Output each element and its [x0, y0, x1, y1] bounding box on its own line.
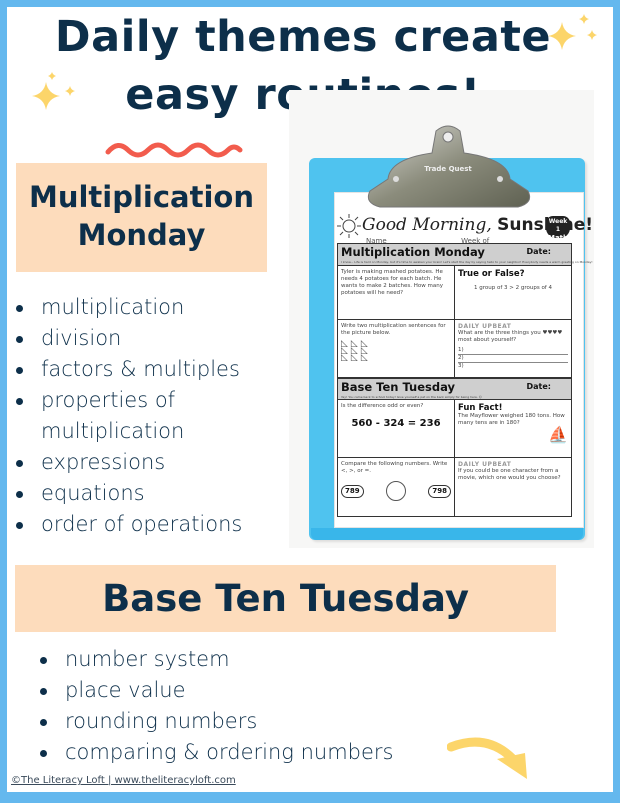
section-band: Base Ten Tuesday Date: Yay! You came bac… — [338, 378, 571, 400]
multiplication-monday-heading: Multiplication Monday — [16, 163, 267, 272]
worksheet-cell: DAILY UPBEAT If you could be one charact… — [455, 458, 571, 516]
clipboard-edge — [311, 528, 583, 540]
list-item: place value — [37, 675, 393, 706]
badge-subject: Math — [547, 234, 569, 242]
hand-number-right: 798 — [428, 484, 451, 498]
date-label: Date: — [526, 247, 552, 256]
cell-text: 1 group of 3 > 2 groups of 4 — [473, 285, 552, 291]
cell-text: Tyler is making mashed potatoes. He need… — [341, 269, 443, 296]
list-item: properties of — [13, 385, 242, 416]
answer-line: 3) — [458, 363, 464, 369]
heading-line-1: Multiplication — [28, 180, 255, 214]
section-subtitle: I know... Life is hard on Monday, but it… — [341, 260, 593, 264]
clipboard-clip-icon: Trade Quest — [367, 125, 531, 208]
badge-week: Week 1 — [548, 218, 568, 233]
list-item: expressions — [13, 447, 242, 478]
ship-icon: ⛵ — [548, 425, 568, 444]
worksheet-cell: DAILY UPBEAT What are the three things y… — [455, 320, 571, 378]
pie-slices-icon: ◺◺◺ ◺◺◺ ◺◺◺ — [341, 339, 371, 363]
cell-text: Write two multiplication sentences for t… — [341, 323, 446, 336]
cell-heading: True or False? — [458, 269, 525, 279]
list-item: number system — [37, 644, 393, 675]
week-badge: Week 1 Math — [546, 216, 570, 242]
worksheet-cell: Fun Fact! The Mayflower weighed 180 tons… — [455, 400, 571, 458]
list-item: comparing & ordering numbers — [37, 737, 393, 768]
hand-number-left: 789 — [341, 484, 364, 498]
cell-text: Compare the following numbers. Write <, … — [341, 461, 448, 474]
section-band: Multiplication Monday Date: I know... Li… — [338, 244, 593, 266]
curved-arrow-icon — [447, 737, 527, 779]
clip-brand: Trade Quest — [424, 165, 472, 173]
squiggle-underline — [105, 142, 243, 158]
list-item: division — [13, 323, 242, 354]
compare-circle — [386, 481, 406, 501]
list-item-continuation: multiplication — [41, 419, 185, 443]
multiplication-monday-list: multiplication division factors & multip… — [13, 292, 242, 540]
footer-credit-link[interactable]: ©The Literacy Loft | www.theliteracyloft… — [11, 775, 236, 786]
list-item: factors & multiples — [13, 354, 242, 385]
cell-text: What are the three things you ♥♥♥♥ most … — [458, 330, 563, 343]
section-subtitle: Yay! You came back to school today! Give… — [341, 395, 482, 399]
cell-heading: DAILY UPBEAT — [458, 323, 512, 330]
list-item: rounding numbers — [37, 706, 393, 737]
cell-text: Is the difference odd or even? — [341, 403, 424, 409]
list-item: order of operations — [13, 509, 242, 540]
list-item: multiplication — [13, 292, 242, 323]
sun-icon — [337, 214, 361, 238]
worksheet-title-script: Good Morning, — [362, 215, 492, 235]
answer-line: 1) — [458, 347, 568, 355]
cell-heading: DAILY UPBEAT — [458, 461, 512, 468]
section-title: Multiplication Monday — [341, 245, 485, 259]
worksheet-cell: Write two multiplication sentences for t… — [338, 320, 455, 378]
title-line-1: Daily themes create — [54, 12, 552, 62]
worksheet-grid: Multiplication Monday Date: I know... Li… — [337, 243, 593, 517]
section-title: Base Ten Tuesday — [341, 380, 456, 394]
worksheet-cell: Tyler is making mashed potatoes. He need… — [338, 266, 455, 320]
base-ten-tuesday-list: number system place value rounding numbe… — [37, 644, 393, 768]
answer-line: 2) — [458, 355, 568, 363]
worksheet-cell: Is the difference odd or even? 560 - 324… — [338, 400, 455, 458]
base-ten-tuesday-heading: Base Ten Tuesday — [15, 565, 556, 632]
cell-text: If you could be one character from a mov… — [458, 468, 561, 481]
worksheet-cell: True or False? 1 group of 3 > 2 groups o… — [455, 266, 571, 320]
list-item: equations — [13, 478, 242, 509]
worksheet-cell: Compare the following numbers. Write <, … — [338, 458, 455, 516]
date-label: Date: — [526, 382, 552, 391]
equation: 560 - 324 = 236 — [351, 418, 441, 429]
cell-heading: Fun Fact! — [458, 403, 503, 413]
heading-line-2: Monday — [77, 218, 206, 252]
